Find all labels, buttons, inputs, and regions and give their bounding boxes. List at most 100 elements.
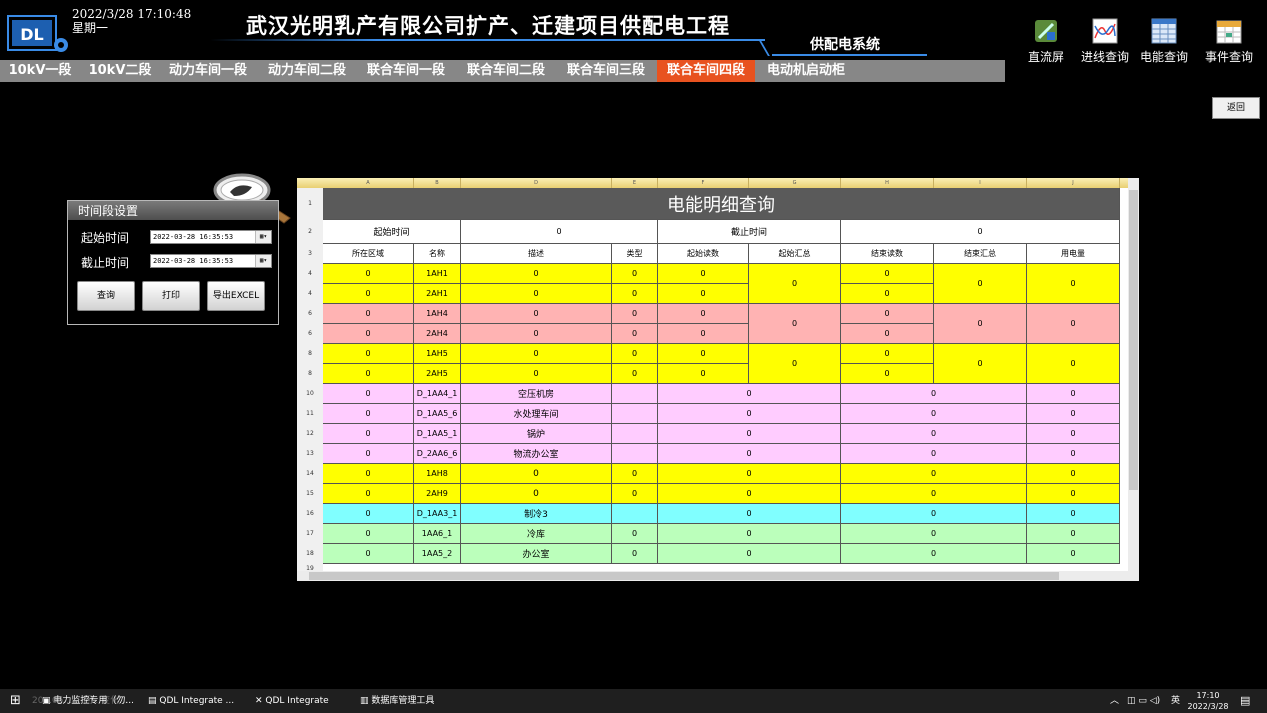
column-letter[interactable]: E <box>612 178 658 188</box>
column-header[interactable]: 结束读数 <box>841 244 934 264</box>
area-cell[interactable]: 0 <box>323 424 414 444</box>
end-reading-cell[interactable]: 0 <box>841 424 1027 444</box>
end-reading-cell[interactable]: 0 <box>841 444 1027 464</box>
area-cell[interactable]: 0 <box>323 324 414 344</box>
type-cell[interactable]: 0 <box>612 524 658 544</box>
row-number[interactable]: 4 <box>297 284 323 304</box>
row-number[interactable]: 12 <box>297 424 323 444</box>
vertical-scroll-thumb[interactable] <box>1129 190 1138 490</box>
desc-cell[interactable]: 0 <box>461 264 612 284</box>
end-reading-cell[interactable]: 0 <box>841 544 1027 564</box>
start-time-cell[interactable]: 0 <box>461 220 658 244</box>
event-query-button[interactable]: 事件查询 <box>1203 18 1255 65</box>
column-letter[interactable]: J <box>1027 178 1120 188</box>
column-header[interactable]: 结束汇总 <box>934 244 1027 264</box>
end-reading-cell[interactable]: 0 <box>841 484 1027 504</box>
end-reading-cell[interactable]: 0 <box>841 384 1027 404</box>
usage-cell[interactable]: 0 <box>1027 384 1120 404</box>
name-cell[interactable]: D_1AA5_1 <box>414 424 461 444</box>
column-letter[interactable]: B <box>414 178 461 188</box>
tray-language[interactable]: 英 <box>1171 689 1180 713</box>
name-cell[interactable]: D_1AA5_6 <box>414 404 461 424</box>
end-reading-cell[interactable]: 0 <box>841 264 934 284</box>
tray-network-icon[interactable]: ◫ ▭ ◁) <box>1127 689 1160 713</box>
name-cell[interactable]: D_2AA6_6 <box>414 444 461 464</box>
export-excel-button[interactable]: 导出EXCEL <box>207 281 265 311</box>
row-number[interactable]: 8 <box>297 344 323 364</box>
end-reading-cell[interactable]: 0 <box>841 524 1027 544</box>
row-number[interactable]: 10 <box>297 384 323 404</box>
usage-cell[interactable]: 0 <box>1027 464 1120 484</box>
calendar-dropdown-icon[interactable]: ▦▾ <box>255 255 271 267</box>
row-number[interactable]: 11 <box>297 404 323 424</box>
name-cell[interactable]: 2AH9 <box>414 484 461 504</box>
type-cell[interactable]: 0 <box>612 304 658 324</box>
taskbar-clock[interactable]: 17:10 2022/3/28 <box>1182 690 1234 712</box>
usage-cell[interactable]: 0 <box>1027 404 1120 424</box>
desc-cell[interactable]: 0 <box>461 484 612 504</box>
row-number[interactable]: 6 <box>297 324 323 344</box>
vertical-scrollbar[interactable] <box>1128 178 1139 571</box>
usage-cell[interactable]: 0 <box>1027 264 1120 304</box>
start-reading-cell[interactable]: 0 <box>658 324 749 344</box>
tab-power-workshop-2[interactable]: 动力车间二段 <box>259 60 355 82</box>
column-header[interactable]: 起始读数 <box>658 244 749 264</box>
type-cell[interactable]: 0 <box>612 464 658 484</box>
area-cell[interactable]: 0 <box>323 464 414 484</box>
row-number[interactable]: 2 <box>297 220 323 244</box>
calendar-dropdown-icon[interactable]: ▦▾ <box>255 231 271 243</box>
column-letter[interactable]: H <box>841 178 934 188</box>
name-cell[interactable]: D_1AA4_1 <box>414 384 461 404</box>
start-reading-cell[interactable]: 0 <box>658 484 841 504</box>
tab-joint-workshop-2[interactable]: 联合车间二段 <box>458 60 554 82</box>
row-number[interactable]: 4 <box>297 264 323 284</box>
area-cell[interactable]: 0 <box>323 304 414 324</box>
start-reading-cell[interactable]: 0 <box>658 424 841 444</box>
sheet-title[interactable]: 电能明细查询 <box>323 188 1120 220</box>
desc-cell[interactable]: 0 <box>461 304 612 324</box>
end-reading-cell[interactable]: 0 <box>841 304 934 324</box>
usage-cell[interactable]: 0 <box>1027 484 1120 504</box>
start-reading-cell[interactable]: 0 <box>658 384 841 404</box>
type-cell[interactable]: 0 <box>612 364 658 384</box>
usage-cell[interactable]: 0 <box>1027 524 1120 544</box>
usage-cell[interactable]: 0 <box>1027 444 1120 464</box>
horizontal-scrollbar[interactable] <box>297 571 1139 581</box>
end-total-cell[interactable]: 0 <box>934 304 1027 344</box>
area-cell[interactable]: 0 <box>323 484 414 504</box>
usage-cell[interactable]: 0 <box>1027 504 1120 524</box>
name-cell[interactable]: D_1AA3_1 <box>414 504 461 524</box>
taskbar-item-qdl-1[interactable]: ▤ QDL Integrate ... <box>148 689 234 713</box>
incoming-query-button[interactable]: 进线查询 <box>1079 18 1131 65</box>
row-number[interactable]: 1 <box>297 188 323 220</box>
area-cell[interactable]: 0 <box>323 384 414 404</box>
type-cell[interactable] <box>612 404 658 424</box>
end-reading-cell[interactable]: 0 <box>841 404 1027 424</box>
column-letter[interactable]: G <box>749 178 841 188</box>
tray-chevron-icon[interactable]: ︿ <box>1110 689 1119 713</box>
start-time-header[interactable]: 起始时间 <box>323 220 461 244</box>
start-reading-cell[interactable]: 0 <box>658 544 841 564</box>
usage-cell[interactable]: 0 <box>1027 304 1120 344</box>
type-cell[interactable] <box>612 504 658 524</box>
end-reading-cell[interactable]: 0 <box>841 464 1027 484</box>
tab-joint-workshop-4[interactable]: 联合车间四段 <box>657 60 755 82</box>
type-cell[interactable]: 0 <box>612 324 658 344</box>
desc-cell[interactable]: 锅炉 <box>461 424 612 444</box>
notification-icon[interactable]: ▤ <box>1240 689 1250 713</box>
desc-cell[interactable]: 水处理车间 <box>461 404 612 424</box>
start-reading-cell[interactable]: 0 <box>658 344 749 364</box>
area-cell[interactable]: 0 <box>323 364 414 384</box>
tab-joint-workshop-1[interactable]: 联合车间一段 <box>358 60 454 82</box>
usage-cell[interactable]: 0 <box>1027 424 1120 444</box>
energy-query-button[interactable]: 电能查询 <box>1138 18 1190 65</box>
area-cell[interactable]: 0 <box>323 524 414 544</box>
end-time-input[interactable]: 2022-03-28 16:35:53 ▦▾ <box>150 254 272 268</box>
end-reading-cell[interactable]: 0 <box>841 344 934 364</box>
type-cell[interactable]: 0 <box>612 264 658 284</box>
area-cell[interactable]: 0 <box>323 544 414 564</box>
taskbar-item-qdl-2[interactable]: ✕ QDL Integrate <box>255 689 329 713</box>
dc-screen-button[interactable]: 直流屏 <box>1020 18 1072 65</box>
type-cell[interactable] <box>612 424 658 444</box>
row-number[interactable]: 3 <box>297 244 323 264</box>
